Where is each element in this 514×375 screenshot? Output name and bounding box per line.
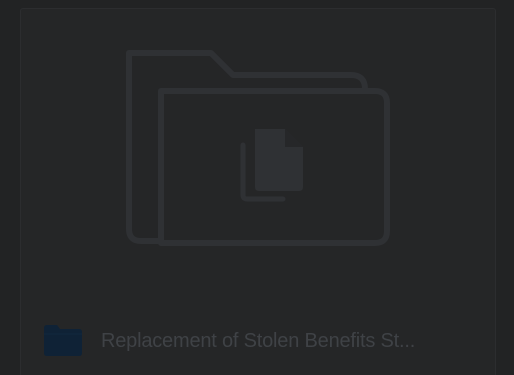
folder-thumbnail[interactable] — [21, 9, 495, 289]
folder-icon — [44, 325, 82, 356]
folder-card[interactable]: Replacement of Stolen Benefits St... — [20, 8, 496, 375]
folder-with-document-icon — [126, 50, 390, 246]
folder-footer[interactable]: Replacement of Stolen Benefits St... — [21, 309, 495, 369]
folder-name[interactable]: Replacement of Stolen Benefits St... — [101, 329, 481, 353]
